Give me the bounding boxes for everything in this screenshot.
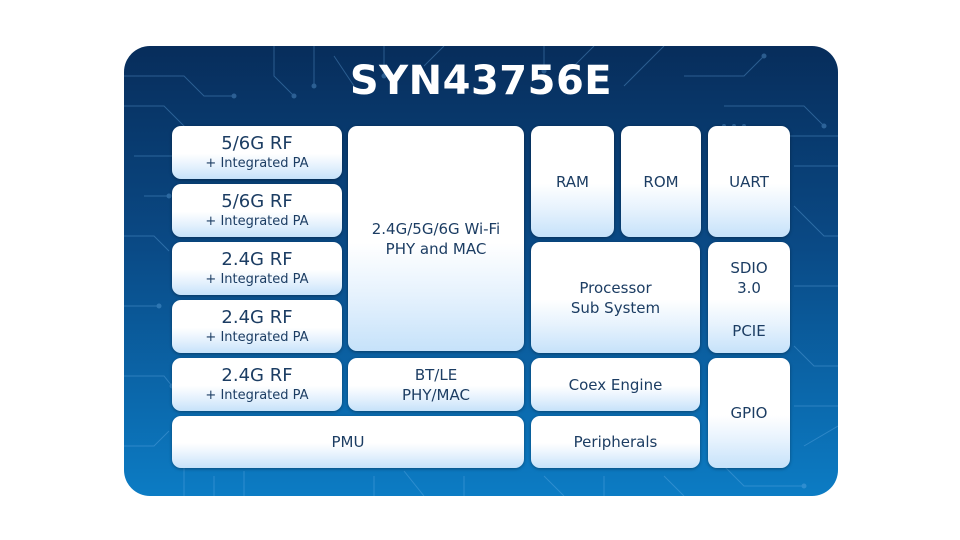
rf-block-3: 2.4G RF + Integrated PA [172, 242, 342, 295]
pmu-label: PMU [331, 433, 365, 451]
coex-engine-block: Coex Engine [531, 358, 700, 411]
bt-line-2: PHY/MAC [402, 385, 470, 404]
rf-band-label: 2.4G RF [221, 249, 293, 270]
gpio-block: GPIO [708, 358, 790, 468]
ram-label: RAM [555, 172, 590, 191]
rf-block-1: 5/6G RF + Integrated PA [172, 126, 342, 179]
rf-band-label: 5/6G RF [221, 191, 293, 212]
bt-le-block: BT/LE PHY/MAC [348, 358, 524, 411]
rom-label: ROM [643, 172, 679, 191]
chip-title: SYN43756E [349, 58, 613, 104]
processor-block: Processor Sub System [531, 242, 700, 353]
sdio-version-label: 3.0 [737, 279, 761, 297]
pcie-label: PCIE [732, 322, 766, 340]
rf-detail-label: + Integrated PA [205, 330, 309, 345]
rf-block-2: 5/6G RF + Integrated PA [172, 184, 342, 237]
rf-detail-label: + Integrated PA [205, 272, 309, 287]
rf-band-label: 2.4G RF [221, 307, 293, 328]
rf-block-5: 2.4G RF + Integrated PA [172, 358, 342, 411]
sdio-label: SDIO [730, 259, 768, 277]
wifi-phy-mac-block: 2.4G/5G/6G Wi-Fi PHY and MAC [348, 126, 524, 351]
processor-line-1: Processor [579, 278, 652, 297]
wifi-line-1: 2.4G/5G/6G Wi-Fi [371, 219, 501, 238]
ram-block: RAM [531, 126, 614, 237]
peripherals-label: Peripherals [573, 433, 658, 451]
uart-label: UART [729, 172, 769, 191]
rf-detail-label: + Integrated PA [205, 388, 309, 403]
pmu-block: PMU [172, 416, 524, 468]
processor-line-2: Sub System [570, 298, 661, 317]
gpio-label: GPIO [730, 404, 768, 422]
rf-band-label: 5/6G RF [221, 133, 293, 154]
uart-block: UART [708, 126, 790, 237]
peripherals-block: Peripherals [531, 416, 700, 468]
rf-detail-label: + Integrated PA [205, 156, 309, 171]
rf-band-label: 2.4G RF [221, 365, 293, 386]
wifi-line-2: PHY and MAC [385, 239, 487, 258]
rom-block: ROM [621, 126, 701, 237]
rf-block-4: 2.4G RF + Integrated PA [172, 300, 342, 353]
sdio-pcie-block: SDIO 3.0 PCIE [708, 242, 790, 353]
rf-detail-label: + Integrated PA [205, 214, 309, 229]
coex-label: Coex Engine [568, 375, 663, 394]
bt-line-1: BT/LE [414, 365, 458, 384]
